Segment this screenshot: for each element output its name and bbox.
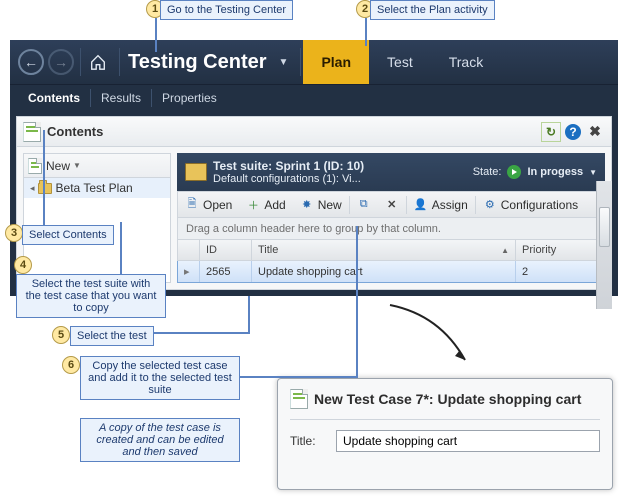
assign-icon: 👤: [414, 198, 428, 212]
suite-title: Test suite: Sprint 1 (ID: 10): [213, 159, 364, 173]
tab-track[interactable]: Track: [431, 40, 501, 84]
nav-back-button[interactable]: ←: [18, 49, 44, 75]
subtab-contents[interactable]: Contents: [18, 89, 91, 107]
nav-forward-button[interactable]: →: [48, 49, 74, 75]
config-icon: ⚙: [483, 198, 497, 212]
table-row[interactable]: ▸ 2565 Update shopping cart 2: [177, 261, 605, 283]
refresh-button[interactable]: ↻: [541, 122, 561, 142]
tree-item-label: Beta Test Plan: [56, 181, 133, 195]
cell-priority: 2: [516, 261, 604, 282]
add-button[interactable]: ＋Add: [239, 192, 292, 217]
subtab-results[interactable]: Results: [91, 89, 152, 107]
cell-id: 2565: [200, 261, 252, 282]
open-button[interactable]: 🗎Open: [178, 192, 239, 217]
suite-subtitle: Default configurations (1): Vi...: [213, 173, 364, 185]
new-item-icon: [28, 158, 42, 174]
col-id[interactable]: ID: [200, 240, 252, 260]
callout-num-4: 4: [14, 256, 32, 274]
cell-title: Update shopping cart: [252, 261, 516, 282]
open-icon: 🗎: [185, 198, 199, 212]
delete-button[interactable]: ✕: [378, 192, 406, 217]
document-icon: [290, 389, 308, 409]
test-grid-pane: Test suite: Sprint 1 (ID: 10) Default co…: [177, 153, 605, 283]
new-test-case-window: New Test Case 7*: Update shopping cart T…: [277, 378, 613, 490]
col-priority[interactable]: Priority: [516, 240, 604, 260]
callout-num-6: 6: [62, 356, 80, 374]
state-value[interactable]: In progess: [527, 166, 583, 178]
subtab-bar: Contents Results Properties: [10, 84, 618, 110]
tab-test[interactable]: Test: [369, 40, 431, 84]
new-test-button[interactable]: ✸New: [293, 192, 349, 217]
new-dropdown-icon[interactable]: ▼: [73, 161, 81, 170]
titlebar: ← → Testing Center ▼ Plan Test Track: [10, 40, 618, 84]
home-button[interactable]: [85, 49, 111, 75]
vertical-scrollbar[interactable]: [596, 181, 612, 309]
close-button[interactable]: ✖: [585, 122, 605, 142]
document-icon: [23, 122, 41, 142]
brand-title[interactable]: Testing Center: [122, 51, 273, 74]
subtab-properties[interactable]: Properties: [152, 89, 227, 107]
callout-num-3: 3: [5, 224, 23, 242]
copy-icon: ⧉: [357, 198, 371, 212]
new-icon: ✸: [300, 198, 314, 212]
row-handle-icon[interactable]: ▸: [178, 261, 200, 282]
panel-title: Contents: [47, 124, 103, 139]
callout-box-3: Select Contents: [22, 225, 114, 245]
arrow-icon: [380, 300, 500, 380]
title-input[interactable]: [336, 430, 600, 452]
delete-icon: ✕: [385, 198, 399, 212]
twisty-icon[interactable]: ◂: [30, 183, 35, 194]
panel-header: Contents ↻ ? ✖: [17, 117, 611, 147]
state-label: State:: [473, 166, 502, 178]
callout-num-5: 5: [52, 326, 70, 344]
test-plan-tree: New ▼ ◂ Beta Test Plan: [23, 153, 171, 283]
suite-header: Test suite: Sprint 1 (ID: 10) Default co…: [177, 153, 605, 191]
copy-button[interactable]: ⧉: [350, 192, 378, 217]
app-window: ← → Testing Center ▼ Plan Test Track Con…: [10, 40, 618, 296]
callout-box-5: Select the test: [70, 326, 154, 346]
callout-box-4: Select the test suite with the test case…: [16, 274, 166, 318]
callout-box-6: Copy the selected test case and add it t…: [80, 356, 240, 400]
brand-dropdown-icon[interactable]: ▼: [273, 57, 299, 68]
grid-toolbar: 🗎Open ＋Add ✸New ⧉ ✕ 👤Assign ⚙Configurati…: [177, 191, 605, 217]
configurations-button[interactable]: ⚙Configurations: [476, 192, 585, 217]
scrollbar-thumb[interactable]: [599, 207, 610, 247]
tree-item-beta-test-plan[interactable]: ◂ Beta Test Plan: [24, 178, 170, 198]
state-play-icon: [507, 165, 521, 179]
sort-asc-icon: ▲: [501, 246, 509, 255]
group-hint: Drag a column header here to group by th…: [177, 217, 605, 239]
assign-button[interactable]: 👤Assign: [407, 192, 475, 217]
new-button[interactable]: New: [46, 159, 70, 173]
add-icon: ＋: [246, 198, 260, 212]
help-button[interactable]: ?: [565, 124, 581, 140]
col-title[interactable]: Title▲: [252, 240, 516, 260]
callout-note: A copy of the test case is created and c…: [80, 418, 240, 462]
drag-column[interactable]: [178, 240, 200, 260]
callout-box-2: Select the Plan activity: [370, 0, 495, 20]
inset-title: New Test Case 7*: Update shopping cart: [314, 391, 581, 407]
contents-panel: Contents ↻ ? ✖ New ▼ ◂ Beta Test Plan: [16, 116, 612, 290]
title-field-label: Title:: [290, 434, 336, 448]
state-dropdown-icon[interactable]: ▼: [589, 168, 597, 177]
callout-box-1: Go to the Testing Center: [160, 0, 293, 20]
home-icon: [89, 53, 107, 71]
grid-header: ID Title▲ Priority: [177, 239, 605, 261]
tab-plan[interactable]: Plan: [303, 40, 369, 84]
suite-folder-icon: [185, 163, 207, 181]
